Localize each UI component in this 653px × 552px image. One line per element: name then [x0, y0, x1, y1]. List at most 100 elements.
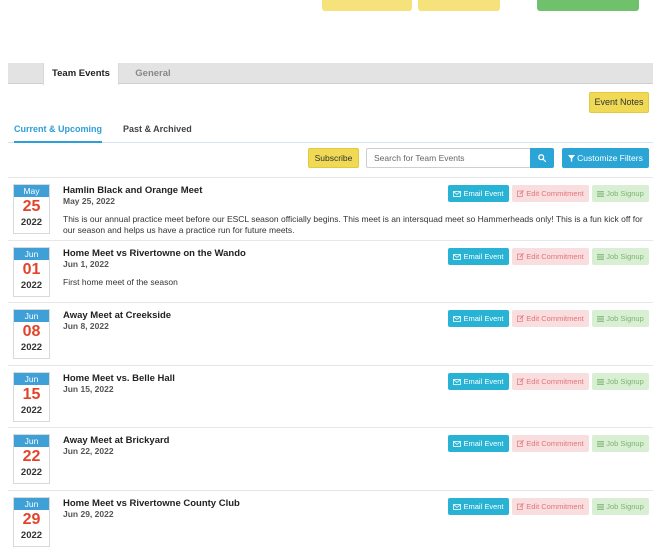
- tab-general[interactable]: General: [119, 63, 187, 84]
- search-input[interactable]: [366, 148, 530, 168]
- date-month: Jun: [14, 310, 49, 322]
- job-signup-button[interactable]: Job Signup: [592, 497, 649, 515]
- top-yellow-button-2[interactable]: [418, 0, 500, 11]
- edit-commitment-button[interactable]: Edit Commitment: [512, 247, 589, 265]
- subscribe-button[interactable]: Subscribe: [308, 148, 359, 168]
- edit-commitment-label: Edit Commitment: [526, 189, 584, 198]
- envelope-icon: [453, 441, 462, 447]
- date-day: 29: [22, 510, 41, 528]
- envelope-icon: [453, 253, 462, 260]
- filters-label: Customize Filters: [577, 153, 643, 163]
- event-row: Jun 08 2022 Away Meet at Creekside Jun 8…: [8, 302, 653, 365]
- date-month: Jun: [14, 247, 49, 260]
- edit-icon: [517, 440, 525, 447]
- date-year: 2022: [20, 404, 43, 416]
- email-event-label: Email Event: [463, 439, 504, 448]
- list-icon: [597, 253, 605, 260]
- date-day: 01: [22, 260, 41, 278]
- date-day: 22: [22, 448, 41, 465]
- date-badge: Jun 29 2022: [13, 496, 50, 547]
- edit-icon: [517, 252, 525, 260]
- date-year: 2022: [20, 342, 43, 353]
- top-yellow-button-1[interactable]: [322, 0, 412, 11]
- customize-filters-button[interactable]: Customize Filters: [562, 148, 649, 168]
- tab-current-upcoming[interactable]: Current & Upcoming: [14, 124, 103, 143]
- event-row: Jun 15 2022 Home Meet vs. Belle Hall Jun…: [8, 364, 653, 428]
- date-month: Jun: [14, 497, 49, 510]
- edit-commitment-button[interactable]: Edit Commitment: [512, 310, 589, 327]
- email-event-label: Email Event: [463, 314, 504, 323]
- job-signup-button[interactable]: Job Signup: [592, 185, 649, 202]
- event-title[interactable]: Away Meet at Creekside: [63, 310, 171, 321]
- envelope-icon: [453, 503, 462, 510]
- date-day: 25: [22, 198, 41, 215]
- list-icon: [597, 191, 605, 197]
- list-icon: [597, 378, 605, 385]
- date-year: 2022: [20, 279, 43, 291]
- edit-icon: [517, 502, 525, 510]
- date-badge: Jun 01 2022: [13, 246, 50, 297]
- event-title[interactable]: Home Meet vs Rivertowne on the Wando: [63, 248, 246, 259]
- event-row: Jun 01 2022 Home Meet vs Rivertowne on t…: [8, 239, 653, 303]
- event-date: Jun 15, 2022: [63, 383, 114, 394]
- edit-commitment-button[interactable]: Edit Commitment: [512, 372, 589, 390]
- date-month: Jun: [14, 372, 49, 385]
- edit-commitment-label: Edit Commitment: [526, 439, 584, 448]
- job-signup-label: Job Signup: [606, 501, 644, 511]
- tab-past-archived[interactable]: Past & Archived: [123, 124, 192, 134]
- date-year: 2022: [20, 529, 43, 541]
- filter-icon: [568, 155, 576, 163]
- job-signup-button[interactable]: Job Signup: [592, 435, 649, 452]
- edit-commitment-button[interactable]: Edit Commitment: [512, 497, 589, 515]
- job-signup-label: Job Signup: [606, 439, 644, 448]
- edit-commitment-button[interactable]: Edit Commitment: [512, 185, 589, 202]
- email-event-button[interactable]: Email Event: [448, 372, 509, 390]
- search-button[interactable]: [530, 148, 554, 168]
- date-badge: May 25 2022: [13, 184, 50, 234]
- email-event-button[interactable]: Email Event: [448, 185, 509, 202]
- top-green-button[interactable]: [537, 0, 639, 11]
- event-title[interactable]: Away Meet at Brickyard: [63, 435, 170, 446]
- date-day: 15: [22, 385, 41, 403]
- sub-tabs: Current & Upcoming Past & Archived: [8, 118, 653, 143]
- job-signup-label: Job Signup: [606, 251, 644, 261]
- job-signup-button[interactable]: Job Signup: [592, 372, 649, 390]
- tab-team-events[interactable]: Team Events: [43, 63, 119, 85]
- email-event-label: Email Event: [463, 376, 504, 386]
- email-event-button[interactable]: Email Event: [448, 497, 509, 515]
- event-date: Jun 8, 2022: [63, 321, 109, 331]
- date-year: 2022: [20, 467, 43, 478]
- event-description: First home meet of the season: [63, 276, 178, 287]
- envelope-icon: [453, 191, 462, 197]
- email-event-button[interactable]: Email Event: [448, 247, 509, 265]
- email-event-button[interactable]: Email Event: [448, 310, 509, 327]
- job-signup-button[interactable]: Job Signup: [592, 247, 649, 265]
- main-tabs: Team Events General: [8, 63, 653, 85]
- email-event-label: Email Event: [463, 501, 504, 511]
- job-signup-label: Job Signup: [606, 314, 644, 323]
- event-notes-button[interactable]: Event Notes: [589, 92, 649, 113]
- edit-commitment-label: Edit Commitment: [526, 314, 584, 323]
- email-event-label: Email Event: [463, 251, 504, 261]
- edit-commitment-label: Edit Commitment: [526, 501, 584, 511]
- date-badge: Jun 08 2022: [13, 309, 50, 359]
- event-description: This is our annual practice meet before …: [63, 214, 643, 235]
- edit-commitment-label: Edit Commitment: [526, 251, 584, 261]
- email-event-button[interactable]: Email Event: [448, 435, 509, 452]
- date-month: May: [14, 185, 49, 197]
- list-icon: [597, 503, 605, 510]
- event-title[interactable]: Hamlin Black and Orange Meet: [63, 185, 202, 196]
- event-title[interactable]: Home Meet vs Rivertowne County Club: [63, 498, 240, 509]
- job-signup-button[interactable]: Job Signup: [592, 310, 649, 327]
- edit-icon: [517, 190, 525, 197]
- email-event-label: Email Event: [463, 189, 504, 198]
- envelope-icon: [453, 378, 462, 385]
- event-title[interactable]: Home Meet vs. Belle Hall: [63, 373, 175, 384]
- event-date: May 25, 2022: [63, 196, 115, 206]
- edit-commitment-button[interactable]: Edit Commitment: [512, 435, 589, 452]
- event-date: Jun 29, 2022: [63, 508, 114, 519]
- list-icon: [597, 316, 605, 322]
- date-day: 08: [22, 323, 41, 340]
- event-row: Jun 29 2022 Home Meet vs Rivertowne Coun…: [8, 489, 653, 552]
- event-date: Jun 22, 2022: [63, 446, 114, 456]
